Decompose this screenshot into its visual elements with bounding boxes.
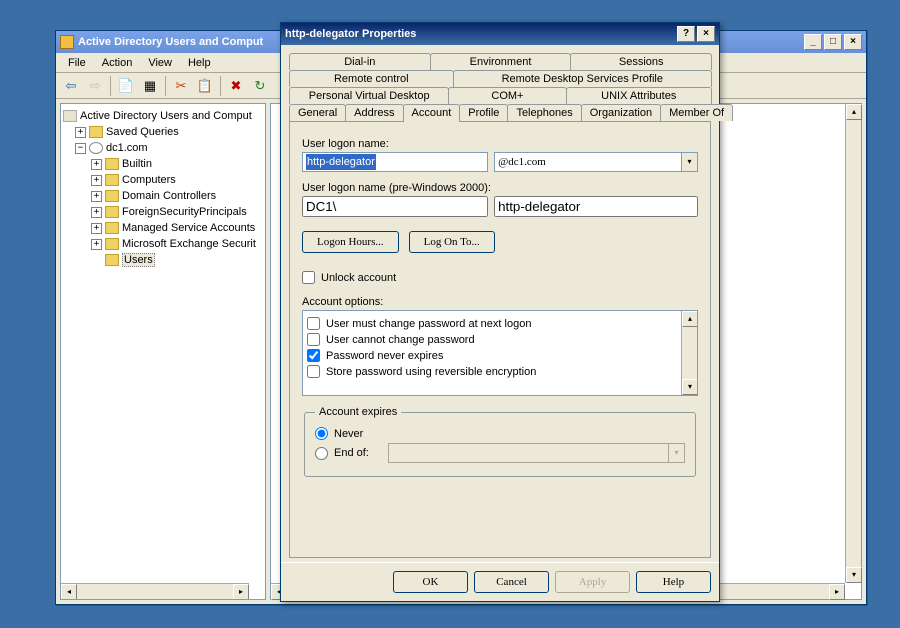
expires-never-radio[interactable]: Never: [315, 427, 685, 440]
expand-icon[interactable]: +: [91, 207, 102, 218]
expand-icon[interactable]: +: [91, 223, 102, 234]
tab-environment[interactable]: Environment: [430, 53, 572, 70]
maximize-button[interactable]: □: [824, 34, 842, 50]
back-icon[interactable]: ⇦: [60, 75, 82, 97]
tab-account[interactable]: Account: [403, 104, 461, 122]
tree-pane[interactable]: Active Directory Users and Comput + Save…: [60, 103, 266, 600]
tab-unix[interactable]: UNIX Attributes: [566, 87, 712, 104]
expand-icon[interactable]: +: [91, 239, 102, 250]
unlock-account-checkbox[interactable]: Unlock account: [302, 271, 698, 284]
scroll-up-icon[interactable]: ▴: [682, 311, 698, 327]
logon-name-input[interactable]: http-delegator: [302, 152, 488, 172]
tree-hscroll[interactable]: ◂ ▸: [61, 583, 249, 599]
scroll-right-icon[interactable]: ▸: [233, 584, 249, 600]
help-button[interactable]: Help: [636, 571, 711, 593]
account-tab-content: User logon name: http-delegator @dc1.com…: [289, 121, 711, 558]
scroll-down-icon[interactable]: ▾: [682, 379, 698, 395]
scroll-up-icon[interactable]: ▴: [846, 104, 862, 120]
up-icon[interactable]: 📄: [115, 75, 137, 97]
menu-help[interactable]: Help: [180, 55, 219, 71]
app-icon: [60, 35, 74, 49]
option-cannot-change[interactable]: User cannot change password: [307, 333, 693, 346]
chevron-down-icon: ▾: [668, 444, 684, 462]
dialog-button-row: OK Cancel Apply Help: [281, 562, 719, 601]
menu-action[interactable]: Action: [94, 55, 141, 71]
options-vscroll[interactable]: ▴ ▾: [681, 311, 697, 395]
tree-item[interactable]: + Managed Service Accounts: [63, 220, 263, 236]
tree-item[interactable]: + Saved Queries: [63, 124, 263, 140]
tree-item[interactable]: + ForeignSecurityPrincipals: [63, 204, 263, 220]
expand-icon[interactable]: +: [75, 127, 86, 138]
help-button[interactable]: ?: [677, 26, 695, 42]
expires-date-picker: ▾: [388, 443, 685, 463]
tree-item[interactable]: + Computers: [63, 172, 263, 188]
pre2000-domain-input[interactable]: [302, 196, 488, 217]
refresh-icon[interactable]: ↻: [249, 75, 271, 97]
logon-hours-button[interactable]: Logon Hours...: [302, 231, 399, 253]
tab-dialin[interactable]: Dial-in: [289, 53, 431, 70]
dialog-titlebar[interactable]: http-delegator Properties ? ×: [281, 23, 719, 45]
tree-item-users[interactable]: Users: [63, 252, 263, 268]
minimize-button[interactable]: _: [804, 34, 822, 50]
tree-item[interactable]: + Microsoft Exchange Securit: [63, 236, 263, 252]
tab-pvd[interactable]: Personal Virtual Desktop: [289, 87, 449, 104]
cut-icon[interactable]: ✂: [170, 75, 192, 97]
apply-button: Apply: [555, 571, 630, 593]
ok-button[interactable]: OK: [393, 571, 468, 593]
logon-name-label: User logon name:: [302, 138, 698, 150]
delete-icon[interactable]: ✖: [225, 75, 247, 97]
account-expires-legend: Account expires: [315, 406, 401, 418]
tab-sessions[interactable]: Sessions: [570, 53, 712, 70]
scroll-down-icon[interactable]: ▾: [846, 567, 862, 583]
account-options-label: Account options:: [302, 296, 698, 308]
scroll-right-icon[interactable]: ▸: [829, 584, 845, 600]
tab-remote-control[interactable]: Remote control: [289, 70, 454, 87]
tree-root[interactable]: Active Directory Users and Comput: [63, 108, 263, 124]
account-options-list[interactable]: User must change password at next logon …: [302, 310, 698, 396]
chevron-down-icon[interactable]: ▾: [681, 153, 697, 171]
expires-endof-radio[interactable]: End of: ▾: [315, 443, 685, 463]
tab-memberof[interactable]: Member Of: [660, 104, 733, 121]
pre2000-label: User logon name (pre-Windows 2000):: [302, 182, 698, 194]
menu-file[interactable]: File: [60, 55, 94, 71]
tab-general[interactable]: General: [289, 104, 346, 121]
menu-view[interactable]: View: [140, 55, 180, 71]
tab-organization[interactable]: Organization: [581, 104, 661, 121]
copy-icon[interactable]: 📋: [194, 75, 216, 97]
list-vscroll[interactable]: ▴ ▾: [845, 104, 861, 583]
tab-address[interactable]: Address: [345, 104, 403, 121]
tab-strip: Dial-in Environment Sessions Remote cont…: [289, 53, 711, 121]
option-reversible[interactable]: Store password using reversible encrypti…: [307, 365, 693, 378]
grid-icon[interactable]: ▦: [139, 75, 161, 97]
logon-domain-combo[interactable]: @dc1.com ▾: [494, 152, 698, 172]
tree-item[interactable]: − dc1.com: [63, 140, 263, 156]
expand-icon[interactable]: +: [91, 175, 102, 186]
tab-telephones[interactable]: Telephones: [507, 104, 581, 121]
cancel-button[interactable]: Cancel: [474, 571, 549, 593]
close-button[interactable]: ×: [844, 34, 862, 50]
close-button[interactable]: ×: [697, 26, 715, 42]
scroll-left-icon[interactable]: ◂: [61, 584, 77, 600]
expand-icon[interactable]: +: [91, 191, 102, 202]
pre2000-user-input[interactable]: [494, 196, 698, 217]
account-expires-group: Account expires Never End of: ▾: [304, 406, 696, 477]
tab-rds-profile[interactable]: Remote Desktop Services Profile: [453, 70, 712, 87]
option-must-change[interactable]: User must change password at next logon: [307, 317, 693, 330]
tree-item[interactable]: + Domain Controllers: [63, 188, 263, 204]
dialog-title: http-delegator Properties: [285, 28, 416, 40]
collapse-icon[interactable]: −: [75, 143, 86, 154]
tab-profile[interactable]: Profile: [459, 104, 508, 121]
tree-item[interactable]: + Builtin: [63, 156, 263, 172]
logon-to-button[interactable]: Log On To...: [409, 231, 495, 253]
forward-icon: ⇨: [84, 75, 106, 97]
expand-icon[interactable]: +: [91, 159, 102, 170]
properties-dialog: http-delegator Properties ? × Dial-in En…: [280, 22, 720, 602]
main-title: Active Directory Users and Comput: [78, 36, 263, 48]
tab-complus[interactable]: COM+: [448, 87, 566, 104]
option-never-expires[interactable]: Password never expires: [307, 349, 693, 362]
